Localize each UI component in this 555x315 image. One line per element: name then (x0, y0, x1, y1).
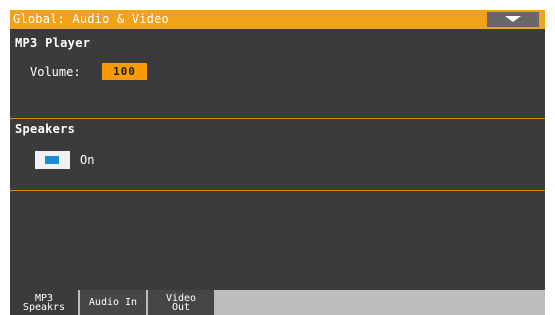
speakers-on-checkbox[interactable] (35, 151, 70, 169)
mp3-player-section-title: MP3 Player (15, 36, 91, 50)
tab-bar: MP3 Speakrs Audio In Video Out (10, 290, 545, 315)
checkbox-checked-mark (45, 156, 59, 164)
tab-video-out[interactable]: Video Out (148, 290, 214, 315)
tab-mp3-speakers[interactable]: MP3 Speakrs (10, 290, 78, 315)
page-title: Global: Audio & Video (13, 12, 169, 26)
section-divider (10, 190, 545, 191)
tab-audio-in[interactable]: Audio In (80, 290, 146, 315)
section-divider (10, 118, 545, 119)
volume-value-field[interactable]: 100 (102, 63, 147, 80)
tab-label-line2: Out (171, 302, 191, 313)
chevron-down-icon (505, 16, 521, 22)
global-audio-video-page: Global: Audio & Video MP3 Player Volume:… (10, 10, 545, 315)
speakers-on-label: On (80, 153, 95, 167)
page-menu-button[interactable] (487, 12, 539, 27)
tab-label-line2: Speakrs (22, 302, 66, 313)
speakers-section-title: Speakers (15, 122, 76, 136)
tab-label-line1: Audio In (88, 297, 138, 308)
title-bar: Global: Audio & Video (10, 10, 545, 29)
volume-label: Volume: (30, 65, 81, 79)
